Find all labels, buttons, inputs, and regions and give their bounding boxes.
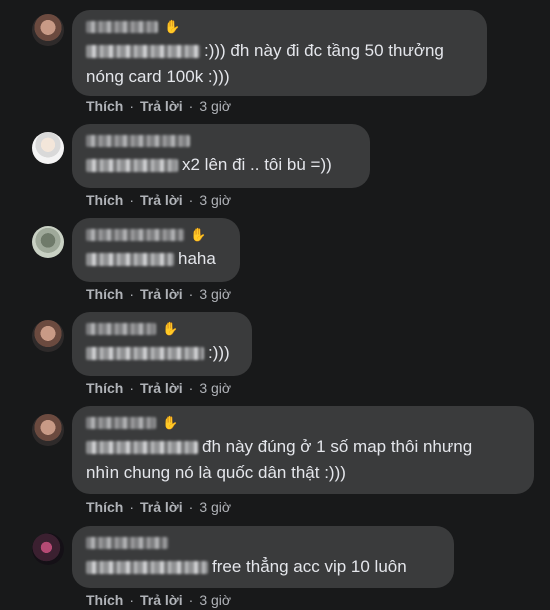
like-button[interactable]: Thích — [86, 592, 123, 608]
author-name[interactable]: ✋ — [86, 320, 238, 338]
comment-bubble: x2 lên đi .. tôi bù =)) — [72, 124, 370, 188]
comment-text: :))) đh này đi đc tầng 50 thưởng nóng ca… — [86, 41, 444, 86]
like-button[interactable]: Thích — [86, 98, 123, 114]
comment-text: x2 lên đi .. tôi bù =)) — [86, 152, 356, 178]
comment-actions: Thích · Trả lời · 3 giờ — [86, 286, 232, 302]
like-button[interactable]: Thích — [86, 499, 123, 515]
wave-icon: ✋ — [190, 227, 207, 242]
author-name[interactable]: ✋ — [86, 226, 226, 244]
like-button[interactable]: Thích — [86, 192, 123, 208]
wave-icon: ✋ — [164, 19, 181, 34]
reply-button[interactable]: Trả lời — [140, 499, 183, 515]
mention-tag[interactable] — [86, 253, 174, 267]
comment-bubble: ✋ :))) đh này đi đc tầng 50 thưởng nóng … — [72, 10, 487, 96]
avatar[interactable] — [32, 414, 64, 446]
mention-tag[interactable] — [86, 441, 198, 455]
comment-bubble: ✋ :))) — [72, 312, 252, 376]
like-button[interactable]: Thích — [86, 380, 123, 396]
author-name[interactable] — [86, 534, 440, 552]
mention-tag[interactable] — [86, 347, 204, 361]
timestamp[interactable]: 3 giờ — [199, 499, 231, 515]
like-button[interactable]: Thích — [86, 286, 123, 302]
author-name[interactable]: ✋ — [86, 18, 473, 36]
comment-actions: Thích · Trả lời · 3 giờ — [86, 192, 232, 208]
timestamp[interactable]: 3 giờ — [199, 192, 231, 208]
reply-button[interactable]: Trả lời — [140, 592, 183, 608]
wave-icon: ✋ — [162, 321, 179, 336]
mention-tag[interactable] — [86, 159, 178, 173]
timestamp[interactable]: 3 giờ — [199, 98, 231, 114]
comment-text: haha — [86, 246, 226, 272]
comment-actions: Thích · Trả lời · 3 giờ — [86, 592, 232, 608]
author-name[interactable] — [86, 132, 356, 150]
mention-tag[interactable] — [86, 561, 208, 575]
avatar[interactable] — [32, 14, 64, 46]
author-name[interactable]: ✋ — [86, 414, 520, 432]
avatar[interactable] — [32, 132, 64, 164]
avatar[interactable] — [32, 320, 64, 352]
timestamp[interactable]: 3 giờ — [199, 286, 231, 302]
avatar[interactable] — [32, 226, 64, 258]
reply-button[interactable]: Trả lời — [140, 286, 183, 302]
comment-text: đh này đúng ở 1 số map thôi nhưng nhìn c… — [86, 437, 473, 482]
comment-bubble: ✋ đh này đúng ở 1 số map thôi nhưng nhìn… — [72, 406, 534, 494]
timestamp[interactable]: 3 giờ — [199, 592, 231, 608]
wave-icon: ✋ — [162, 415, 179, 430]
reply-button[interactable]: Trả lời — [140, 98, 183, 114]
comment-text: free thẳng acc vip 10 luôn — [86, 554, 440, 580]
comment-actions: Thích · Trả lời · 3 giờ — [86, 98, 232, 114]
comment-actions: Thích · Trả lời · 3 giờ — [86, 380, 232, 396]
comment-bubble: free thẳng acc vip 10 luôn — [72, 526, 454, 588]
comment-bubble: ✋ haha — [72, 218, 240, 282]
avatar[interactable] — [32, 533, 64, 565]
comment-actions: Thích · Trả lời · 3 giờ — [86, 499, 232, 515]
reply-button[interactable]: Trả lời — [140, 380, 183, 396]
reply-button[interactable]: Trả lời — [140, 192, 183, 208]
timestamp[interactable]: 3 giờ — [199, 380, 231, 396]
mention-tag[interactable] — [86, 45, 200, 59]
comment-text: :))) — [86, 340, 238, 366]
